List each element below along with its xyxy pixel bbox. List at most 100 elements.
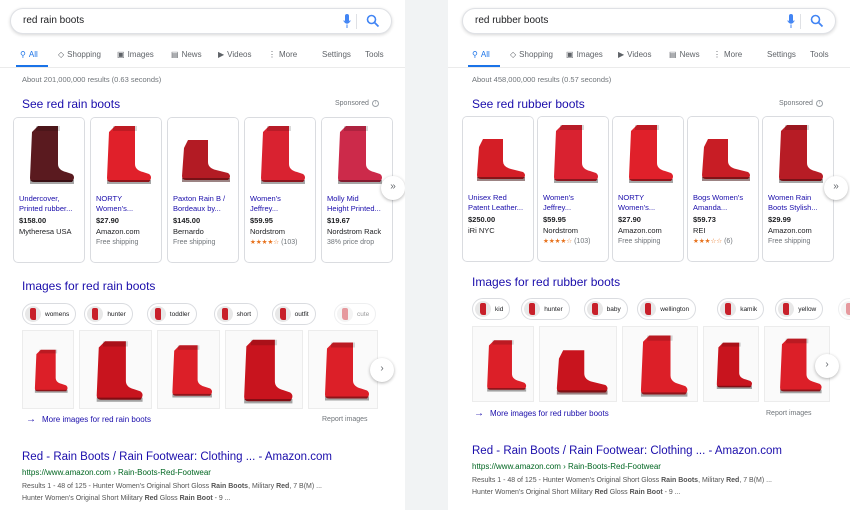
product-image[interactable] xyxy=(322,118,392,190)
result-title-link[interactable]: Red - Rain Boots / Rain Footwear: Clothi… xyxy=(472,445,782,457)
tab-shopping[interactable]: ◇ Shopping xyxy=(58,50,101,59)
search-box[interactable]: red rain boots xyxy=(10,8,392,34)
product-card[interactable]: Unisex Red Patent Leather... $250.00 iRi NY… xyxy=(462,116,534,262)
product-card[interactable]: Bogs Women's Amanda... $59.73 REI ★★★☆☆ (6) xyxy=(687,116,759,262)
product-title-line-2[interactable]: Women's... xyxy=(96,204,160,214)
microphone-icon[interactable] xyxy=(787,14,795,29)
images-heading[interactable]: Images for red rain boots xyxy=(22,279,155,293)
tab-news[interactable]: ▤ News xyxy=(171,50,202,59)
images-next-button[interactable]: › xyxy=(815,354,839,378)
product-image[interactable] xyxy=(613,117,683,189)
product-title[interactable]: Women's xyxy=(543,193,607,203)
image-result[interactable] xyxy=(225,330,303,409)
product-title-line-2[interactable]: Height Printed... xyxy=(327,204,391,214)
image-result[interactable] xyxy=(79,330,152,409)
image-refinement-chip[interactable]: short xyxy=(213,303,259,325)
product-title-line-2[interactable]: Printed rubber... xyxy=(19,204,83,214)
images-heading[interactable]: Images for red rubber boots xyxy=(472,275,620,289)
product-title-line-2[interactable]: Boots Stylish... xyxy=(768,203,832,213)
product-title-line-2[interactable]: Jeffrey... xyxy=(543,203,607,213)
tab-tools[interactable]: Tools xyxy=(365,50,384,59)
tab-tools[interactable]: Tools xyxy=(810,50,829,59)
tab-images[interactable]: ▣ Images xyxy=(566,50,603,59)
info-icon[interactable]: i xyxy=(815,100,823,107)
image-refinement-chip[interactable]: baby xyxy=(583,298,628,320)
tab-videos[interactable]: ▶ Videos xyxy=(618,50,651,59)
product-image[interactable] xyxy=(688,117,758,189)
product-image[interactable] xyxy=(14,118,84,190)
product-title[interactable]: Paxton Rain B / xyxy=(173,194,237,204)
product-title[interactable]: Undercover, xyxy=(19,194,83,204)
image-result[interactable] xyxy=(308,330,378,409)
product-title-line-2[interactable]: Amanda... xyxy=(693,203,757,213)
product-image[interactable] xyxy=(463,117,533,189)
product-title[interactable]: Women Rain xyxy=(768,193,832,203)
search-icon[interactable] xyxy=(810,14,824,28)
tab-news[interactable]: ▤ News xyxy=(669,50,700,59)
image-refinement-chip[interactable]: kid xyxy=(472,298,511,320)
tab-all[interactable]: ⚲ All xyxy=(472,50,490,59)
image-result[interactable] xyxy=(157,330,220,409)
more-images-link[interactable]: → More images for red rain boots xyxy=(26,414,151,425)
carousel-next-button[interactable]: » xyxy=(381,176,405,200)
shopping-heading[interactable]: See red rain boots xyxy=(22,97,120,111)
image-refinement-chip[interactable]: womens xyxy=(22,303,77,325)
report-images-link[interactable]: Report images xyxy=(322,416,368,423)
image-refinement-chip[interactable]: short xyxy=(837,298,850,320)
images-next-button[interactable]: › xyxy=(370,358,394,382)
product-image[interactable] xyxy=(763,117,833,189)
product-title[interactable]: NORTY xyxy=(618,193,682,203)
report-images-link[interactable]: Report images xyxy=(766,410,812,417)
tab-settings[interactable]: Settings xyxy=(767,50,796,59)
product-image[interactable] xyxy=(168,118,238,190)
product-title[interactable]: Unisex Red xyxy=(468,193,532,203)
result-url[interactable]: https://www.amazon.com › Rain-Boots-Red-… xyxy=(472,462,661,471)
image-refinement-chip[interactable]: toddler xyxy=(146,303,197,325)
tab-settings[interactable]: Settings xyxy=(322,50,351,59)
image-result[interactable] xyxy=(22,330,74,409)
image-result[interactable] xyxy=(622,326,698,402)
product-title[interactable]: Bogs Women's xyxy=(693,193,757,203)
product-image[interactable] xyxy=(245,118,315,190)
result-title-link[interactable]: Red - Rain Boots / Rain Footwear: Clothi… xyxy=(22,451,332,463)
product-card[interactable]: Undercover, Printed rubber... $158.00 Mythe… xyxy=(13,117,85,263)
more-images-link[interactable]: → More images for red rubber boots xyxy=(474,408,609,419)
info-icon[interactable]: i xyxy=(371,100,379,107)
product-card[interactable]: NORTY Women's... $27.90 Amazon.com Free ship… xyxy=(612,116,684,262)
tab-more[interactable]: ⋮ More xyxy=(268,50,297,59)
product-card[interactable]: Women's Jeffrey... $59.95 Nordstrom ★★★★☆ (1… xyxy=(244,117,316,263)
product-title-line-2[interactable]: Patent Leather... xyxy=(468,203,532,213)
image-refinement-chip[interactable]: hunter xyxy=(521,298,570,320)
image-result[interactable] xyxy=(703,326,759,402)
tab-videos[interactable]: ▶ Videos xyxy=(218,50,251,59)
product-title[interactable]: NORTY xyxy=(96,194,160,204)
image-refinement-chip[interactable]: hunter xyxy=(84,303,133,325)
product-title[interactable]: Molly Mid xyxy=(327,194,391,204)
image-refinement-chip[interactable]: kamik xyxy=(717,298,765,320)
product-title[interactable]: Women's xyxy=(250,194,314,204)
product-image[interactable] xyxy=(538,117,608,189)
search-query[interactable]: red rubber boots xyxy=(475,15,548,26)
carousel-next-button[interactable]: » xyxy=(824,176,848,200)
shopping-heading[interactable]: See red rubber boots xyxy=(472,97,585,111)
image-refinement-chip[interactable]: wellington xyxy=(637,298,697,320)
search-icon[interactable] xyxy=(366,14,380,28)
image-refinement-chip[interactable]: yellow xyxy=(775,298,824,320)
tab-images[interactable]: ▣ Images xyxy=(117,50,154,59)
product-title-line-2[interactable]: Women's... xyxy=(618,203,682,213)
image-refinement-chip[interactable]: cute xyxy=(334,303,377,325)
product-card[interactable]: NORTY Women's... $27.90 Amazon.com Free ship… xyxy=(90,117,162,263)
product-card[interactable]: Women's Jeffrey... $59.95 Nordstrom ★★★★☆ (1… xyxy=(537,116,609,262)
result-url[interactable]: https://www.amazon.com › Rain-Boots-Red-… xyxy=(22,468,211,477)
product-title-line-2[interactable]: Bordeaux by... xyxy=(173,204,237,214)
product-title-line-2[interactable]: Jeffrey... xyxy=(250,204,314,214)
tab-all[interactable]: ⚲ All xyxy=(20,50,38,59)
image-refinement-chip[interactable]: outfit xyxy=(271,303,316,325)
image-result[interactable] xyxy=(539,326,617,402)
microphone-icon[interactable] xyxy=(343,14,351,29)
product-image[interactable] xyxy=(91,118,161,190)
tab-more[interactable]: ⋮ More xyxy=(713,50,742,59)
image-result[interactable] xyxy=(472,326,534,402)
product-card[interactable]: Paxton Rain B / Bordeaux by... $145.00 Bern… xyxy=(167,117,239,263)
search-box[interactable]: red rubber boots xyxy=(462,8,836,34)
